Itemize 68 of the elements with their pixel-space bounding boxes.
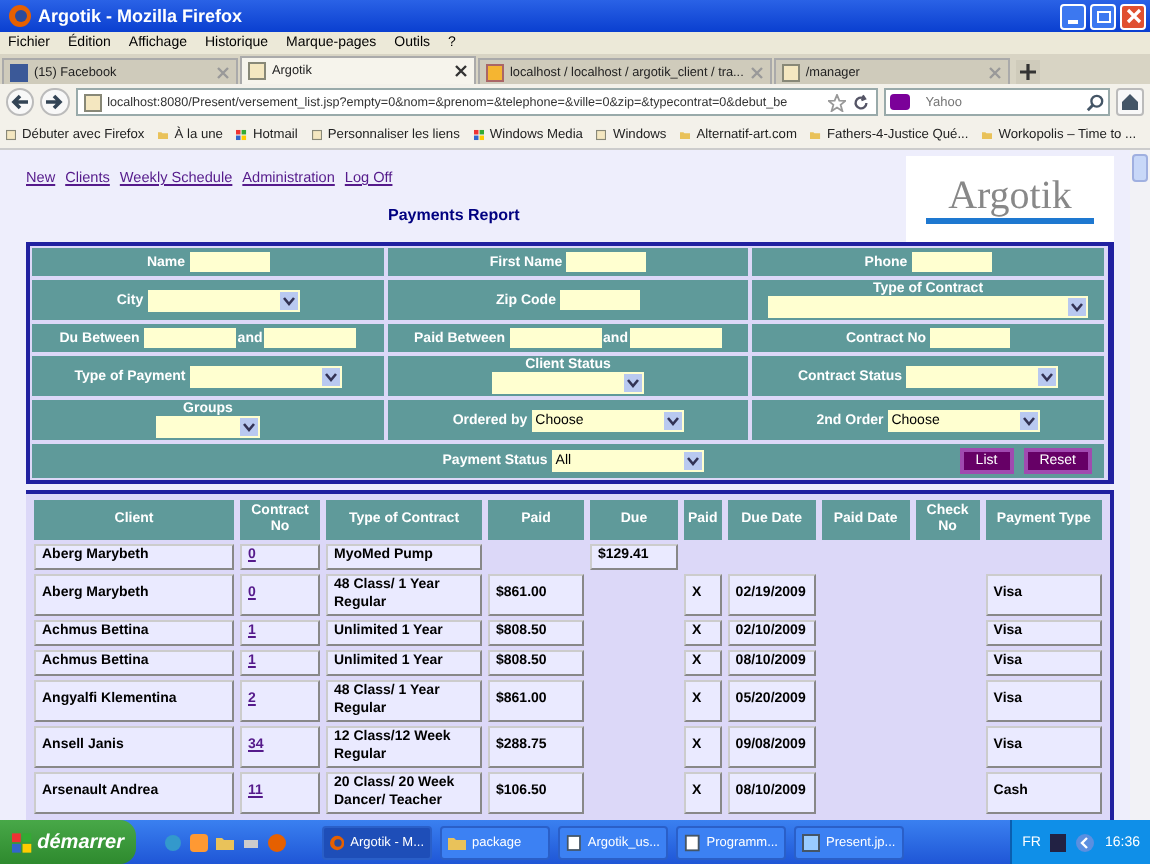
dropdown-arrow-icon	[624, 374, 642, 392]
text-field[interactable]	[930, 328, 1011, 348]
document-icon	[684, 833, 701, 851]
close-icon	[1125, 8, 1141, 24]
plus-icon	[1019, 64, 1036, 80]
database-icon	[486, 63, 504, 81]
text-field[interactable]	[264, 328, 357, 348]
page-icon	[6, 125, 17, 143]
home-button[interactable]	[1115, 88, 1144, 116]
text-field[interactable]	[566, 252, 647, 272]
back-button[interactable]	[6, 88, 35, 116]
star-icon[interactable]	[827, 93, 846, 111]
dropdown-arrow-icon	[663, 411, 682, 429]
page-icon	[596, 125, 607, 143]
back-arrow-icon	[10, 92, 31, 112]
dropdown[interactable]	[147, 289, 300, 311]
dropdown[interactable]	[492, 372, 644, 394]
logo: Argotik	[906, 156, 1114, 242]
dropdown[interactable]	[768, 296, 1088, 318]
folder-icon	[448, 833, 466, 851]
dropdown-arrow-icon	[279, 291, 298, 309]
windows-logo-icon	[236, 125, 247, 143]
text-field[interactable]	[189, 252, 270, 272]
dropdown[interactable]	[189, 365, 342, 387]
dropdown[interactable]	[906, 365, 1059, 387]
page-icon	[83, 93, 102, 111]
window-title: Argotik - Mozilla Firefox	[38, 6, 243, 26]
forward-arrow-icon	[44, 92, 65, 112]
page-title: Payments Report	[388, 206, 520, 224]
firefox-icon	[8, 4, 32, 28]
browser-icon[interactable]	[164, 833, 182, 851]
close-button[interactable]	[1120, 3, 1146, 29]
firefox-icon	[330, 833, 345, 851]
page-icon	[781, 63, 800, 81]
reload-icon[interactable]	[851, 93, 870, 111]
firefox-icon[interactable]	[268, 833, 286, 851]
text-field[interactable]	[559, 290, 640, 310]
scrollbar[interactable]	[1130, 150, 1150, 820]
text-field[interactable]	[143, 328, 236, 348]
dropdown-arrow-icon	[1019, 411, 1038, 429]
dropdown-arrow-icon	[1068, 298, 1086, 316]
facebook-icon	[10, 63, 28, 81]
folder-icon[interactable]	[216, 833, 234, 851]
start-button[interactable]: démarrer	[0, 820, 136, 864]
minimize-button[interactable]	[1060, 3, 1086, 29]
dropdown-arrow-icon	[321, 367, 340, 385]
windows-logo-icon	[12, 831, 32, 853]
dropdown[interactable]	[156, 416, 260, 438]
text-field[interactable]	[911, 252, 992, 272]
back-arrow-icon[interactable]	[1076, 833, 1095, 851]
forward-button[interactable]	[40, 88, 70, 116]
restore-button[interactable]	[1090, 3, 1116, 29]
image-icon	[802, 833, 820, 851]
search-icon[interactable]	[1085, 93, 1104, 111]
close-icon[interactable]	[454, 64, 468, 78]
home-icon	[1119, 92, 1140, 112]
media-icon[interactable]	[190, 833, 208, 851]
text-field[interactable]	[509, 328, 602, 348]
new-tab-button[interactable]	[1015, 60, 1040, 84]
page-icon	[311, 125, 322, 143]
document-icon	[566, 833, 582, 851]
page-icon	[248, 62, 266, 80]
dropdown-arrow-icon	[240, 418, 258, 436]
text-field[interactable]	[629, 328, 722, 348]
dropdown-arrow-icon	[1038, 367, 1057, 385]
dropdown-arrow-icon	[683, 452, 702, 470]
windows-logo-icon	[473, 125, 484, 143]
restore-icon	[1095, 8, 1111, 24]
